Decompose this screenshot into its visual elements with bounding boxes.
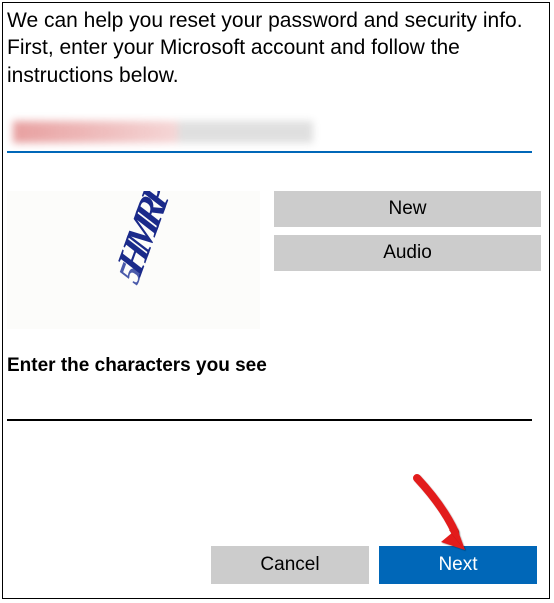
new-captcha-button[interactable]: New bbox=[274, 191, 541, 227]
reset-password-panel: We can help you reset your password and … bbox=[2, 2, 550, 599]
instruction-text: We can help you reset your password and … bbox=[7, 7, 541, 89]
next-button[interactable]: Next bbox=[379, 546, 537, 584]
captcha-row: 5HMRP New Audio bbox=[7, 191, 541, 329]
captcha-prompt: Enter the characters you see bbox=[7, 355, 541, 377]
captcha-input[interactable] bbox=[7, 419, 532, 421]
cancel-button[interactable]: Cancel bbox=[211, 546, 369, 584]
email-blur bbox=[13, 121, 313, 143]
captcha-buttons: New Audio bbox=[274, 191, 541, 329]
email-underline bbox=[7, 151, 532, 153]
email-input[interactable] bbox=[7, 119, 541, 149]
audio-captcha-button[interactable]: Audio bbox=[274, 235, 541, 271]
captcha-image: 5HMRP bbox=[7, 191, 260, 329]
svg-text:5HMRP: 5HMRP bbox=[105, 191, 180, 290]
footer-buttons: Cancel Next bbox=[211, 546, 537, 584]
